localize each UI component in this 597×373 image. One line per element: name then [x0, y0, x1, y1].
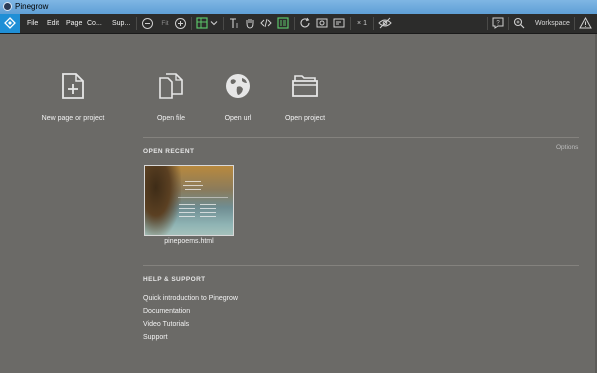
main-toolbar: File Edit Page Co... Sup... Fit × 1 ? Wo…: [0, 14, 597, 34]
layout-grid-button[interactable]: [196, 17, 208, 30]
eye-slash-icon: [378, 17, 392, 29]
recent-project-thumbnail[interactable]: [144, 165, 234, 236]
thumbnail-text-line: [200, 204, 216, 205]
refresh-icon: [300, 17, 310, 28]
globe-icon: [226, 74, 250, 98]
menu-support[interactable]: Sup...: [112, 14, 130, 33]
thumbnail-text-line: [185, 181, 201, 182]
menu-page[interactable]: Page: [66, 14, 82, 33]
search-icon: [513, 17, 525, 29]
new-page-or-project-label: New page or project: [41, 115, 105, 122]
start-screen: New page or project Open file Open url O…: [0, 34, 597, 373]
new-page-or-project-button[interactable]: New page or project: [28, 72, 118, 122]
window-title: Pinegrow: [15, 2, 49, 11]
toolbar-divider: [223, 17, 224, 30]
zoom-out-button[interactable]: [141, 17, 154, 30]
section-divider: [143, 265, 579, 266]
window-titlebar: Pinegrow: [0, 0, 597, 14]
open-project-button[interactable]: Open project: [260, 72, 350, 122]
pinegrow-logo-button[interactable]: [0, 14, 20, 33]
thumbnail-text-line: [185, 189, 201, 190]
toolbar-divider: [508, 17, 509, 30]
open-recent-heading: OPEN RECENT: [143, 148, 195, 155]
menu-components[interactable]: Co...: [87, 14, 102, 33]
code-panel-icon: [277, 17, 289, 29]
help-bubble-icon: ?: [492, 17, 504, 29]
code-panel-button[interactable]: [277, 17, 289, 30]
zoom-in-icon: [175, 18, 186, 29]
toolbar-divider: [136, 17, 137, 30]
workspace-menu[interactable]: Workspace: [535, 14, 570, 33]
page-view-button[interactable]: [333, 17, 345, 30]
thumbnail-text-line: [200, 216, 216, 217]
folder-icon: [292, 75, 318, 97]
thumbnail-text-line: [183, 185, 203, 186]
open-project-label: Open project: [284, 115, 326, 122]
hand-icon: [246, 19, 254, 29]
toolbar-divider: [487, 17, 488, 30]
refresh-button[interactable]: [299, 17, 311, 30]
help-support-heading: HELP & SUPPORT: [143, 276, 206, 283]
code-view-button[interactable]: [260, 17, 272, 30]
new-page-icon: [62, 73, 84, 99]
preview-button[interactable]: [316, 17, 328, 30]
thumbnail-text-line: [179, 208, 195, 209]
help-link-quick-intro[interactable]: Quick introduction to Pinegrow: [143, 295, 238, 302]
warning-button[interactable]: [579, 17, 592, 30]
recent-project-name[interactable]: pinepoems.html: [144, 238, 234, 245]
search-button[interactable]: [513, 17, 525, 30]
code-icon: [260, 18, 272, 28]
thumbnail-text-line: [179, 204, 195, 205]
help-link-video-tutorials[interactable]: Video Tutorials: [143, 321, 189, 328]
page-view-icon: [333, 18, 345, 28]
toolbar-divider: [373, 17, 374, 30]
text-edit-button[interactable]: [228, 17, 240, 30]
toolbar-divider: [294, 17, 295, 30]
thumbnail-text-line: [178, 197, 228, 198]
text-cursor-icon: [230, 18, 238, 28]
toolbar-divider: [191, 17, 192, 30]
warning-icon: [579, 17, 592, 29]
menu-file[interactable]: File: [27, 14, 38, 33]
thumbnail-text-line: [179, 216, 195, 217]
layout-dropdown-button[interactable]: [209, 17, 219, 30]
section-divider: [143, 137, 579, 138]
help-link-support[interactable]: Support: [143, 334, 168, 341]
preview-icon: [316, 18, 328, 28]
help-button[interactable]: ?: [492, 17, 504, 30]
toolbar-divider: [574, 17, 575, 30]
toolbar-divider: [350, 17, 351, 30]
thumbnail-text-line: [200, 208, 216, 209]
recent-options-link[interactable]: Options: [556, 144, 578, 151]
zoom-in-button[interactable]: [174, 17, 187, 30]
pinegrow-app-icon: [3, 2, 12, 11]
help-link-documentation[interactable]: Documentation: [143, 308, 190, 315]
thumbnail-tree-image: [145, 166, 181, 235]
chevron-down-icon: [210, 21, 218, 26]
drag-mode-button[interactable]: [244, 17, 256, 30]
multiplier-button[interactable]: × 1: [355, 17, 369, 30]
hide-overlay-button[interactable]: [378, 17, 392, 30]
zoom-fit-button[interactable]: Fit: [158, 17, 172, 30]
thumbnail-text-line: [179, 212, 195, 213]
thumbnail-text-line: [200, 212, 216, 213]
pinegrow-logo-icon: [4, 17, 16, 29]
grid-icon: [196, 17, 208, 29]
zoom-out-icon: [142, 18, 153, 29]
menu-edit[interactable]: Edit: [47, 14, 59, 33]
open-file-icon: [159, 73, 183, 99]
